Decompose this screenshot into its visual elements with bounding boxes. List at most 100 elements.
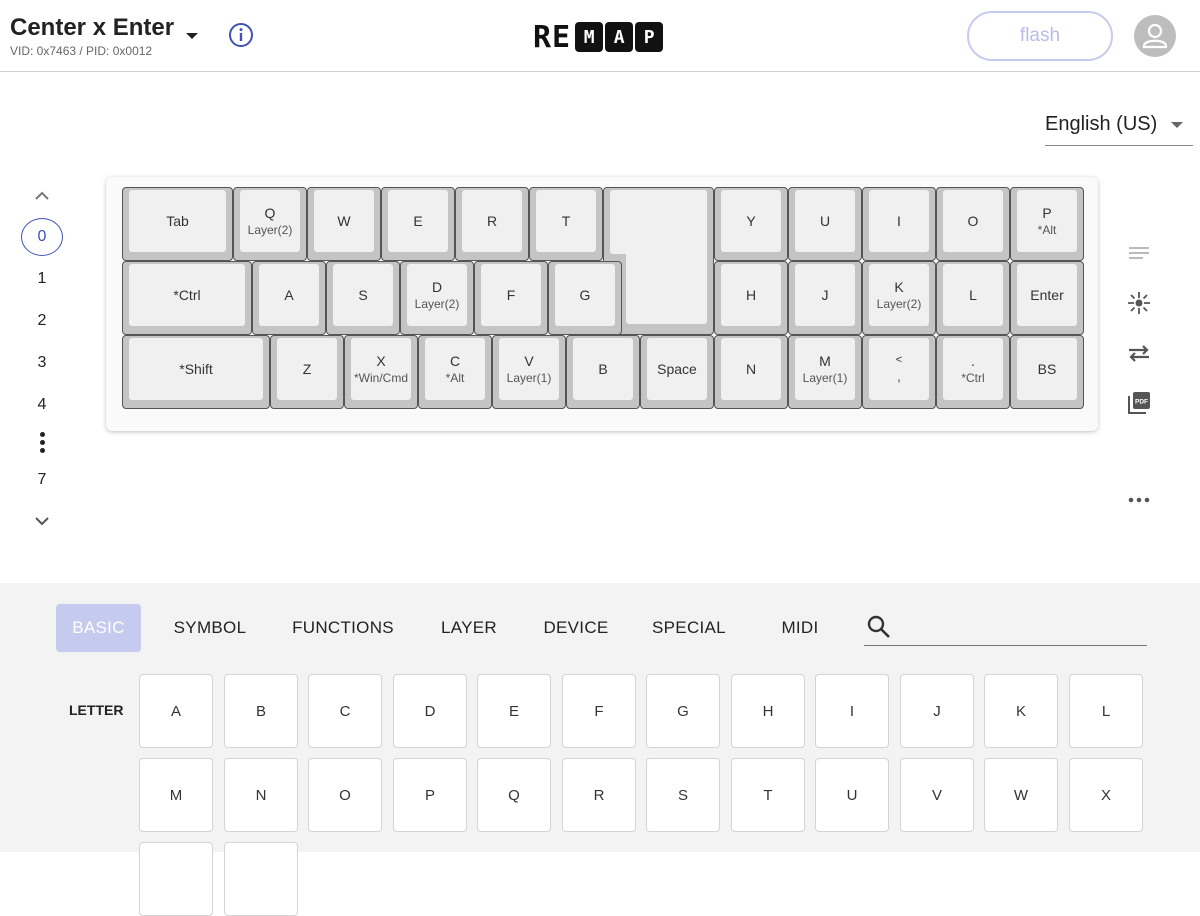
key-p[interactable]: P *Alt <box>1010 187 1084 261</box>
info-icon[interactable] <box>228 22 254 48</box>
remap-logo: RE M A P <box>533 20 664 55</box>
key-u[interactable]: U <box>788 187 862 261</box>
layer-4[interactable]: 4 <box>20 387 64 423</box>
swap-icon[interactable] <box>1126 340 1152 366</box>
key-e[interactable]: E <box>381 187 455 261</box>
key-sublabel: *Ctrl <box>961 371 985 385</box>
keycode-n[interactable]: N <box>224 758 298 832</box>
keycode-f[interactable]: F <box>562 674 636 748</box>
layer-0[interactable]: 0 <box>21 218 63 256</box>
keycode-k[interactable]: K <box>984 674 1058 748</box>
user-avatar[interactable] <box>1134 15 1176 57</box>
key-j[interactable]: J <box>788 261 862 335</box>
keycode-o[interactable]: O <box>308 758 382 832</box>
tab-device[interactable]: DEVICE <box>530 604 622 652</box>
key-n[interactable]: N <box>714 335 788 409</box>
key-b[interactable]: B <box>566 335 640 409</box>
keycode-d[interactable]: D <box>393 674 467 748</box>
keycode-s[interactable]: S <box>646 758 720 832</box>
keycode-u[interactable]: U <box>815 758 889 832</box>
keycode-l[interactable]: L <box>1069 674 1143 748</box>
keycode-c[interactable]: C <box>308 674 382 748</box>
key-space[interactable]: Space <box>640 335 714 409</box>
tab-symbol[interactable]: SYMBOL <box>160 604 260 652</box>
keycode-z[interactable] <box>224 842 298 916</box>
key-h[interactable]: H <box>714 261 788 335</box>
key-label: Tab <box>166 213 189 229</box>
keycode-a[interactable]: A <box>139 674 213 748</box>
language-select[interactable]: English (US) <box>1045 110 1193 146</box>
more-layers-icon[interactable] <box>38 430 46 454</box>
key-i[interactable]: I <box>862 187 936 261</box>
keycode-b[interactable]: B <box>224 674 298 748</box>
key-d[interactable]: D Layer(2) <box>400 261 474 335</box>
key-o[interactable]: O <box>936 187 1010 261</box>
key-x[interactable]: X *Win/Cmd <box>344 335 418 409</box>
keycode-i[interactable]: I <box>815 674 889 748</box>
tab-midi[interactable]: MIDI <box>766 604 834 652</box>
chevron-up-icon[interactable] <box>34 188 50 204</box>
keycode-w[interactable]: W <box>984 758 1058 832</box>
key-a[interactable]: A <box>252 261 326 335</box>
key-r[interactable]: R <box>455 187 529 261</box>
key-label: H <box>745 287 757 303</box>
key-w[interactable]: W <box>307 187 381 261</box>
key-shift[interactable]: *Shift <box>122 335 270 409</box>
key-s[interactable]: S <box>326 261 400 335</box>
keycode-h[interactable]: H <box>731 674 805 748</box>
keycode-r[interactable]: R <box>562 758 636 832</box>
light-icon[interactable] <box>1126 290 1152 316</box>
menu-lines-icon[interactable] <box>1126 240 1152 266</box>
tab-layer[interactable]: LAYER <box>428 604 510 652</box>
keyboard-name[interactable]: Center x Enter <box>10 14 174 42</box>
key-v[interactable]: V Layer(1) <box>492 335 566 409</box>
key-l[interactable]: L <box>936 261 1010 335</box>
flash-button[interactable]: flash <box>967 11 1113 61</box>
layer-3[interactable]: 3 <box>20 345 64 381</box>
keyboard-menu-caret-icon[interactable] <box>186 33 198 39</box>
tab-basic[interactable]: BASIC <box>56 604 141 652</box>
key-k[interactable]: K Layer(2) <box>862 261 936 335</box>
keycode-v[interactable]: V <box>900 758 974 832</box>
logo-box-p: P <box>635 22 664 52</box>
keycode-e[interactable]: E <box>477 674 551 748</box>
tab-special[interactable]: SPECIAL <box>640 604 738 652</box>
key-f[interactable]: F <box>474 261 548 335</box>
key-z[interactable]: Z <box>270 335 344 409</box>
keycode-t[interactable]: T <box>731 758 805 832</box>
key-y[interactable]: Y <box>714 187 788 261</box>
key-sublabel: *Alt <box>445 371 465 385</box>
keycode-y[interactable] <box>139 842 213 916</box>
key-ctrl[interactable]: *Ctrl <box>122 261 252 335</box>
keycode-j[interactable]: J <box>900 674 974 748</box>
keycode-g[interactable]: G <box>646 674 720 748</box>
key-label: BS <box>1037 361 1057 377</box>
more-horiz-icon[interactable] <box>1126 487 1152 513</box>
key-q[interactable]: Q Layer(2) <box>233 187 307 261</box>
key-m[interactable]: M Layer(1) <box>788 335 862 409</box>
tab-functions[interactable]: FUNCTIONS <box>280 604 406 652</box>
keycode-q[interactable]: Q <box>477 758 551 832</box>
keycode-p[interactable]: P <box>393 758 467 832</box>
key-c[interactable]: C *Alt <box>418 335 492 409</box>
key-enter[interactable]: Enter <box>1010 261 1084 335</box>
key-g[interactable]: G <box>548 261 622 335</box>
chevron-down-icon[interactable] <box>34 513 50 529</box>
layer-2[interactable]: 2 <box>20 303 64 339</box>
key-label: G <box>579 287 591 303</box>
key-sublabel: *Alt <box>1037 223 1057 237</box>
key-period[interactable]: . *Ctrl <box>936 335 1010 409</box>
vid-pid-text: VID: 0x7463 / PID: 0x0012 <box>10 44 153 58</box>
key-tab[interactable]: Tab <box>122 187 233 261</box>
key-label: X <box>376 353 386 369</box>
keycode-x[interactable]: X <box>1069 758 1143 832</box>
pdf-icon[interactable]: PDF <box>1126 390 1152 416</box>
layer-1[interactable]: 1 <box>20 261 64 297</box>
keycode-m[interactable]: M <box>139 758 213 832</box>
key-comma[interactable]: <, <box>862 335 936 409</box>
key-bs[interactable]: BS <box>1010 335 1084 409</box>
layer-7[interactable]: 7 <box>20 462 64 498</box>
language-selected-value: English (US) <box>1045 113 1158 135</box>
keycode-search-input[interactable] <box>864 608 1147 646</box>
key-t[interactable]: T <box>529 187 603 261</box>
